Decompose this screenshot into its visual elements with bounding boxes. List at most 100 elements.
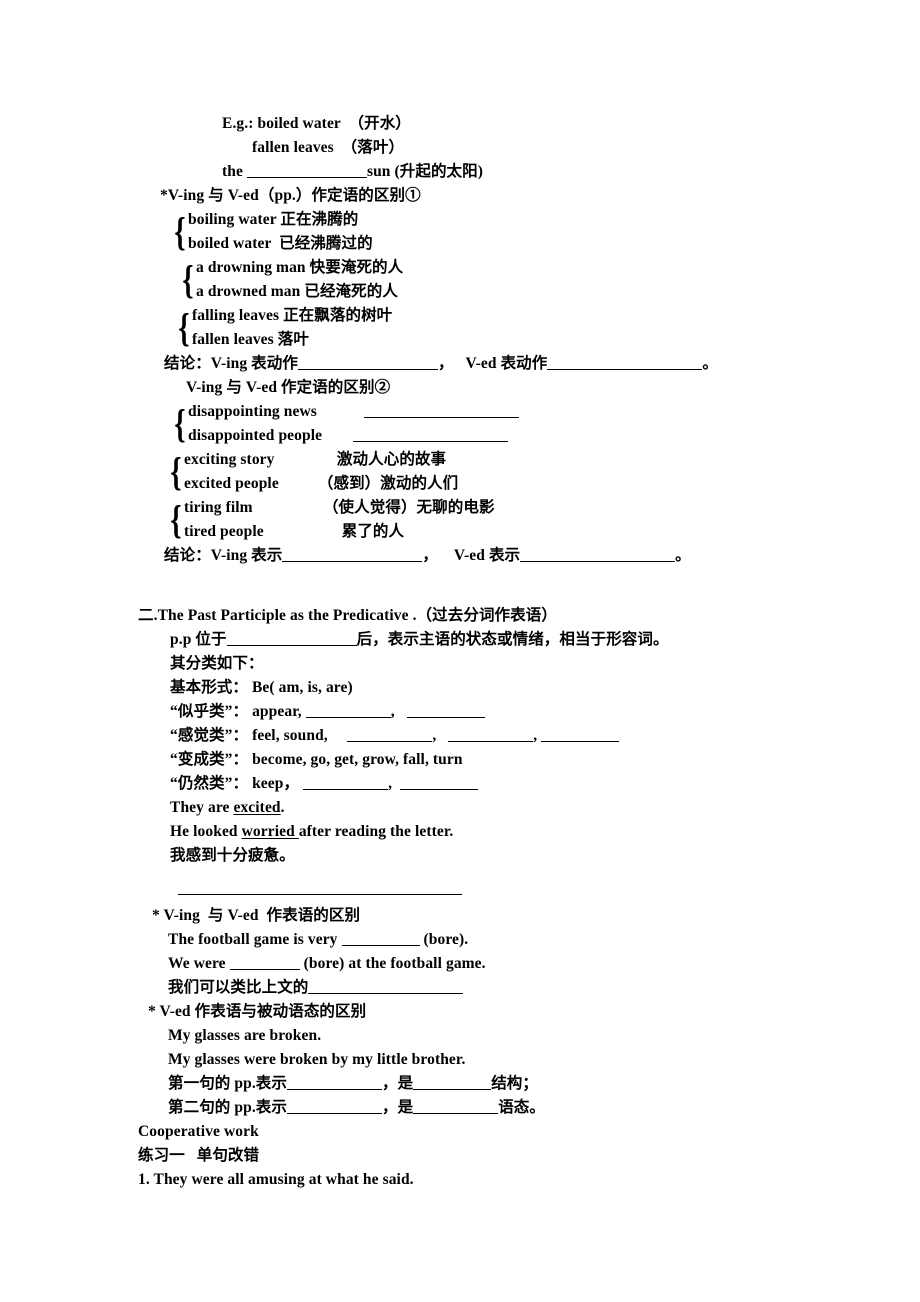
curly-brace-icon: {	[170, 449, 182, 494]
category-basic-form: 基本形式： Be( am, is, are)	[0, 676, 920, 700]
blank-feel-1[interactable]	[347, 726, 433, 742]
bore-sentence-1-after: (bore).	[419, 931, 469, 948]
heading-ved-vs-passive: * V-ed 作表语与被动语态的区别	[148, 1003, 367, 1020]
classification-label: 其分类如下：	[170, 655, 264, 672]
category-content: Be( am, is, are)	[248, 679, 353, 696]
brace-row: a drowning man 快要淹死的人	[196, 256, 403, 280]
brace-group-disappointing: { disappointing news disappointed people	[172, 400, 920, 448]
document-page: E.g.: boiled water （开水） fallen leaves （落…	[0, 0, 920, 1302]
brace-row-en: fallen leaves	[192, 331, 274, 348]
brace-group-boiling: { boiling water 正在沸腾的 boiled water 已经沸腾过…	[172, 208, 920, 256]
conclusion-2-suffix: 。	[675, 547, 691, 564]
blank-keep-1[interactable]	[303, 774, 389, 790]
blank-disappointing[interactable]	[363, 402, 519, 418]
blank-second-sentence-1[interactable]	[287, 1098, 382, 1114]
blank-conclusion-1-a[interactable]	[297, 354, 438, 370]
blank-conclusion-2-a[interactable]	[282, 546, 423, 562]
brace-row-en: disappointed people	[188, 427, 323, 444]
brace-row: tired people 累了的人	[184, 520, 495, 544]
exercise-title: 练习一 单句改错	[138, 1147, 260, 1164]
blank-seem-2[interactable]	[406, 702, 485, 718]
underlined-word-excited: excited	[233, 799, 281, 816]
category-feel: “感觉类”： feel, sound, , ,	[0, 724, 920, 748]
answer-rule	[0, 880, 920, 904]
brace-row-en: falling leaves	[192, 307, 280, 324]
brace-row: boiling water 正在沸腾的	[188, 208, 373, 232]
blank-rising-sun[interactable]	[246, 162, 367, 178]
blank-seem-1[interactable]	[305, 702, 391, 718]
fill-line-second-sentence: 第二句的 pp.表示 ，是 语态。	[0, 1096, 920, 1120]
brace-row-zh: 快要淹死的人	[309, 259, 404, 276]
blank-first-sentence-1[interactable]	[287, 1074, 382, 1090]
fill-line-2-b: ，是	[382, 1099, 414, 1116]
conclusion-2-prefix: 结论：V-ing 表示	[164, 547, 283, 564]
fill-line-2-a: 第二句的 pp.表示	[168, 1099, 287, 1116]
example-sentence-worried: He looked worried after reading the lett…	[0, 820, 920, 844]
conclusion-1-suffix: 。	[702, 355, 718, 372]
brace-row-en: a drowned man	[196, 283, 301, 300]
brace-row-zh: 累了的人	[341, 523, 405, 540]
eg-label: E.g.:	[222, 115, 254, 132]
blank-first-sentence-2[interactable]	[413, 1074, 492, 1090]
blank-feel-3[interactable]	[541, 726, 620, 742]
glasses-sentence-1: My glasses are broken.	[168, 1027, 322, 1044]
example-en-1: fallen leaves	[252, 139, 334, 156]
brace-row-en: exciting story	[184, 451, 275, 468]
conclusion-line-1: 结论：V-ing 表动作 ， V-ed 表动作 。	[0, 352, 920, 376]
example-zh-0: （开水）	[356, 115, 411, 132]
brace-row: disappointed people	[188, 424, 519, 448]
bore-sentence-2-before: We were	[168, 955, 230, 972]
fill-line-first-sentence: 第一句的 pp.表示 ，是 结构；	[0, 1072, 920, 1096]
pp-rule-suffix: 后，表示主语的状态或情绪，相当于形容词。	[356, 631, 669, 648]
horizontal-rule	[178, 894, 462, 895]
bore-sentence-2: We were (bore) at the football game.	[0, 952, 920, 976]
conclusion-line-2: 结论：V-ing 表示 ， V-ed 表示 。	[0, 544, 920, 568]
pp-rule-line: p.p 位于 后，表示主语的状态或情绪，相当于形容词。	[0, 628, 920, 652]
pp-rule-prefix: p.p 位于	[170, 631, 227, 648]
brace-row: excited people （感到）激动的人们	[184, 472, 458, 496]
example-en-0: boiled water	[257, 115, 341, 132]
example-en-2-before: the	[222, 163, 247, 180]
brace-group-drowning: { a drowning man 快要淹死的人 a drowned man 已经…	[180, 256, 920, 304]
category-label: “变成类”：	[170, 751, 249, 768]
category-seem: “似乎类”： appear, ,	[0, 700, 920, 724]
blank-pp-position[interactable]	[226, 630, 357, 646]
brace-row-zh: 已经淹死的人	[304, 283, 398, 300]
blank-analogy[interactable]	[308, 978, 464, 994]
blank-conclusion-1-b[interactable]	[547, 354, 703, 370]
brace-row-zh: 已经沸腾过的	[275, 235, 373, 252]
brace-row: a drowned man 已经淹死的人	[196, 280, 403, 304]
blank-bore-1[interactable]	[341, 930, 420, 946]
brace-row: exciting story 激动人心的故事	[184, 448, 458, 472]
category-keep: “仍然类”： keep， ,	[0, 772, 920, 796]
heading-section-two: 二.The Past Participle as the Predicative…	[138, 607, 557, 624]
category-label: “似乎类”：	[170, 703, 249, 720]
brace-row-zh: 正在沸腾的	[280, 211, 359, 228]
category-content: feel, sound,	[248, 727, 328, 744]
heading-ving-ved-attributive-1: *V-ing 与 V-ed（pp.）作定语的区别①	[160, 187, 421, 204]
sentence-after: after reading the letter.	[298, 823, 454, 840]
blank-keep-2[interactable]	[400, 774, 479, 790]
brace-row: boiled water 已经沸腾过的	[188, 232, 373, 256]
brace-row-zh: （感到）激动的人们	[325, 475, 459, 492]
brace-row-en: boiling water	[188, 211, 277, 228]
brace-row-en: boiled water	[188, 235, 272, 252]
blank-bore-2[interactable]	[229, 954, 300, 970]
bore-sentence-1: The football game is very (bore).	[0, 928, 920, 952]
blank-disappointed[interactable]	[353, 426, 509, 442]
example-zh-2: (升起的太阳)	[394, 163, 484, 180]
analogy-text: 我们可以类比上文的	[168, 979, 309, 996]
sentence-before: They are	[170, 799, 234, 816]
blank-conclusion-2-b[interactable]	[520, 546, 676, 562]
chinese-translation-prompt: 我感到十分疲惫。	[170, 847, 295, 864]
blank-second-sentence-2[interactable]	[413, 1098, 499, 1114]
fill-line-1-c: 结构；	[491, 1075, 539, 1092]
bore-sentence-1-before: The football game is very	[168, 931, 342, 948]
fill-line-1-b: ，是	[382, 1075, 414, 1092]
blank-feel-2[interactable]	[448, 726, 534, 742]
analogy-line: 我们可以类比上文的	[0, 976, 920, 1000]
brace-row-zh: 落叶	[277, 331, 309, 348]
brace-group-exciting: { exciting story 激动人心的故事 excited people …	[168, 448, 920, 496]
exercise-item-1: 1. They were all amusing at what he said…	[138, 1171, 414, 1188]
